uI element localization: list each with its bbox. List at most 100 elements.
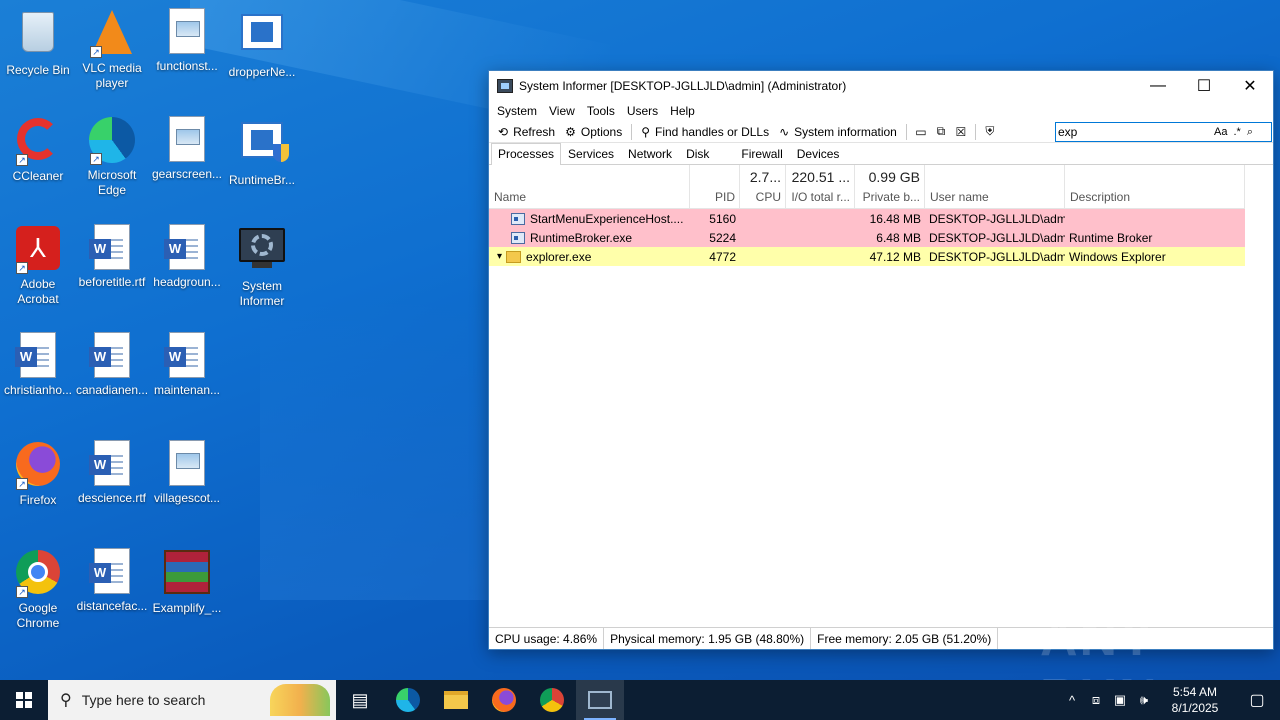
- vlc-icon: ↗: [88, 10, 136, 58]
- table-row[interactable]: StartMenuExperienceHost.... 5160 16.48 M…: [489, 209, 1245, 228]
- taskbar-system-informer[interactable]: [576, 680, 624, 720]
- title-bar[interactable]: System Informer [DESKTOP-JGLLJLD\admin] …: [489, 71, 1273, 101]
- close-button[interactable]: ✕: [1227, 71, 1273, 101]
- tab-processes[interactable]: Processes: [491, 143, 562, 165]
- taskbar-edge[interactable]: [384, 680, 432, 720]
- search-box[interactable]: Aa .* ⌕: [1055, 122, 1272, 142]
- column-name[interactable]: Name: [489, 165, 690, 208]
- tab-services[interactable]: Services: [561, 143, 621, 164]
- desktop-icon-vlc[interactable]: ↗ VLC media player: [74, 8, 150, 91]
- firefox-icon: ↗: [14, 442, 62, 490]
- ccleaner-icon: ↗: [14, 118, 62, 166]
- menu-tools[interactable]: Tools: [581, 104, 621, 118]
- menu-view[interactable]: View: [543, 104, 581, 118]
- desktop-icon-headgroun[interactable]: W headgroun...: [149, 224, 225, 290]
- clock[interactable]: 5:54 AM 8/1/2025: [1156, 684, 1234, 716]
- taskbar-search-box[interactable]: ⚲ Type here to search: [48, 680, 336, 720]
- menu-help[interactable]: Help: [664, 104, 701, 118]
- tab-disk[interactable]: Disk: [679, 143, 734, 164]
- desktop-icon-recycle-bin[interactable]: Recycle Bin: [0, 8, 76, 78]
- word-document-icon: W: [88, 548, 136, 596]
- refresh-icon: ⟲: [498, 124, 509, 139]
- find-window-icon[interactable]: ⧉: [931, 123, 951, 141]
- desktop-icon-system-informer[interactable]: System Informer: [224, 224, 300, 309]
- process-tree[interactable]: Name PID 2.7... CPU 220.51 ... I/O total r…: [489, 165, 1245, 266]
- options-button[interactable]: ⚙ Options: [560, 122, 627, 142]
- network-icon[interactable]: ▣: [1108, 692, 1132, 708]
- show-hidden-icons-chevron-up-icon[interactable]: ^: [1060, 693, 1084, 708]
- system-information-button[interactable]: ∿ System information: [774, 122, 902, 142]
- tab-firewall[interactable]: Firewall: [734, 143, 789, 164]
- column-cpu[interactable]: 2.7... CPU: [740, 165, 786, 208]
- column-pid[interactable]: PID: [690, 165, 740, 208]
- image-file-icon: [163, 116, 211, 164]
- chrome-icon: ↗: [14, 550, 62, 598]
- maximize-button[interactable]: ☐: [1181, 71, 1227, 101]
- taskbar-search-placeholder: Type here to search: [81, 692, 206, 708]
- desktop-icon-christianho[interactable]: W christianho...: [0, 332, 76, 398]
- desktop-icon-firefox[interactable]: ↗ Firefox: [0, 440, 76, 508]
- tab-devices[interactable]: Devices: [790, 143, 847, 164]
- find-handles-button[interactable]: ⚲ Find handles or DLLs: [636, 122, 774, 142]
- adobe-acrobat-icon: ⅄ ↗: [14, 226, 62, 274]
- desktop-icon-microsoft-edge[interactable]: ↗ Microsoft Edge: [74, 116, 150, 198]
- menu-users[interactable]: Users: [621, 104, 664, 118]
- desktop-icon-examplify[interactable]: Examplify_...: [149, 548, 225, 616]
- table-row[interactable]: ▾ explorer.exe 4772 47.12 MB DESKTOP-JGLL…: [489, 247, 1245, 266]
- gear-icon: ⚙: [565, 124, 576, 139]
- taskbar-firefox[interactable]: [480, 680, 528, 720]
- folder-icon: [506, 250, 522, 263]
- desktop-icon-canadianen[interactable]: W canadianen...: [74, 332, 150, 398]
- system-informer-icon: [588, 691, 612, 709]
- column-private-bytes[interactable]: 0.99 GB Private b...: [855, 165, 925, 208]
- desktop-icon-functionst[interactable]: functionst...: [149, 8, 225, 74]
- column-description[interactable]: Description: [1065, 165, 1245, 208]
- minimize-button[interactable]: —: [1135, 71, 1181, 101]
- tab-strip: Processes Services Network Disk Firewall…: [489, 143, 1273, 165]
- volume-icon[interactable]: 🕪: [1132, 692, 1156, 708]
- desktop-icon-runtimebroker[interactable]: RuntimeBr...: [224, 116, 300, 188]
- match-case-button[interactable]: Aa: [1214, 126, 1227, 138]
- desktop-icon-beforetitle[interactable]: W beforetitle.rtf: [74, 224, 150, 290]
- desktop-icon-google-chrome[interactable]: ↗ Google Chrome: [0, 548, 76, 631]
- notification-center-icon[interactable]: ▢: [1234, 690, 1280, 710]
- word-document-icon: W: [163, 332, 211, 380]
- toolbar-separator: [905, 123, 907, 140]
- desktop-icon-maintenan[interactable]: W maintenan...: [149, 332, 225, 398]
- clock-time: 5:54 AM: [1172, 685, 1218, 699]
- desktop-icon-villagescot[interactable]: villagescot...: [149, 440, 225, 506]
- desktop-icon-descience[interactable]: W descience.rtf: [74, 440, 150, 506]
- clear-search-icon[interactable]: ⌕: [1247, 126, 1253, 139]
- vertical-scrollbar-area[interactable]: [1245, 165, 1273, 627]
- desktop-icon-droppernet[interactable]: dropperNe...: [224, 8, 300, 80]
- status-cpu-usage: CPU usage: 4.86%: [489, 628, 605, 649]
- column-user-name[interactable]: User name: [925, 165, 1065, 208]
- regex-button[interactable]: .*: [1233, 126, 1240, 138]
- column-io[interactable]: 220.51 ... I/O total r...: [786, 165, 855, 208]
- chevron-down-icon[interactable]: ▾: [497, 251, 502, 262]
- menu-system[interactable]: System: [491, 104, 543, 118]
- taskbar-file-explorer[interactable]: [432, 680, 480, 720]
- system-tray: ^ ⧈ ▣ 🕪 5:54 AM 8/1/2025 ▢: [1060, 680, 1280, 720]
- usb-device-icon[interactable]: ⧈: [1084, 692, 1108, 708]
- system-informer-window[interactable]: System Informer [DESKTOP-JGLLJLD\admin] …: [488, 70, 1274, 650]
- search-input[interactable]: [1058, 125, 1208, 139]
- refresh-button[interactable]: ⟲ Refresh: [493, 122, 560, 142]
- close-window-icon[interactable]: ☒: [951, 123, 971, 141]
- windows-logo-icon: [16, 692, 32, 708]
- desktop-icon-ccleaner[interactable]: ↗ CCleaner: [0, 116, 76, 184]
- desktop-icon-adobe-acrobat[interactable]: ⅄ ↗ Adobe Acrobat: [0, 224, 76, 307]
- folder-icon: [444, 691, 468, 709]
- desktop-icon-distancefac[interactable]: W distancefac...: [74, 548, 150, 614]
- start-button[interactable]: [0, 680, 48, 720]
- desktop-icon-gearscreen[interactable]: gearscreen...: [149, 116, 225, 182]
- taskbar-chrome[interactable]: [528, 680, 576, 720]
- table-row[interactable]: RuntimeBroker.exe 5224 6.48 MB DESKTOP-J…: [489, 228, 1245, 247]
- search-icon: ⚲: [60, 692, 72, 709]
- chrome-icon: [540, 688, 564, 712]
- window-icon[interactable]: ▭: [911, 123, 931, 141]
- tab-network[interactable]: Network: [621, 143, 679, 164]
- image-file-icon: [163, 440, 211, 488]
- shield-icon[interactable]: ⛨: [980, 123, 1000, 141]
- task-view-button[interactable]: ▤: [336, 680, 384, 720]
